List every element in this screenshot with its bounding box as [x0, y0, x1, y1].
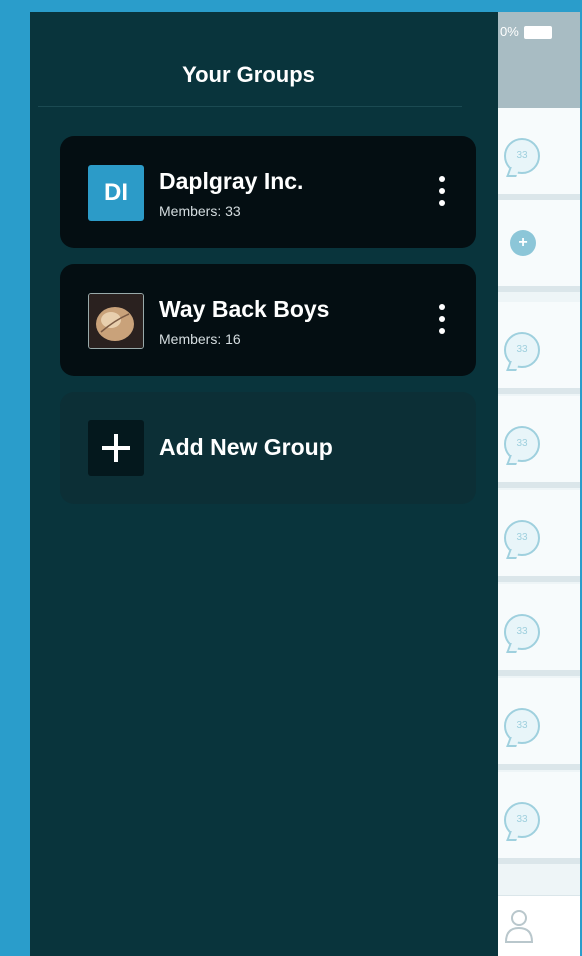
- add-new-group-label: Add New Group: [159, 434, 333, 460]
- comment-bubble-icon[interactable]: 33: [504, 138, 540, 174]
- list-item[interactable]: 33: [498, 678, 580, 770]
- list-item[interactable]: 33: [498, 396, 580, 488]
- divider: [38, 106, 462, 107]
- drawer-title: Your Groups: [182, 62, 315, 87]
- list-item[interactable]: 33: [498, 490, 580, 582]
- comment-bubble-icon[interactable]: 33: [504, 520, 540, 556]
- list-item[interactable]: 33: [498, 302, 580, 394]
- group-name: Way Back Boys: [159, 296, 330, 322]
- comment-bubble-icon[interactable]: 33: [504, 802, 540, 838]
- group-avatar: DI: [88, 165, 144, 221]
- group-avatar-photo: [88, 293, 144, 349]
- comment-bubble-icon[interactable]: 33: [504, 708, 540, 744]
- plus-icon: [88, 420, 144, 476]
- add-new-group-button[interactable]: Add New Group: [60, 392, 476, 504]
- group-members-count: Members: 16: [159, 331, 241, 347]
- groups-drawer: Your Groups DI Daplgray Inc. Members: 33…: [30, 12, 498, 956]
- more-options-icon[interactable]: [432, 304, 452, 340]
- group-card-way-back-boys[interactable]: Way Back Boys Members: 16: [60, 264, 476, 376]
- baseball-photo-icon: [89, 294, 143, 348]
- battery-percentage: 0%: [500, 24, 519, 39]
- comment-bubble-icon[interactable]: 33: [504, 426, 540, 462]
- list-item[interactable]: 33: [498, 108, 580, 200]
- group-card-daplgray[interactable]: DI Daplgray Inc. Members: 33: [60, 136, 476, 248]
- list-item[interactable]: 33: [498, 584, 580, 676]
- list-item[interactable]: +: [498, 200, 580, 292]
- comment-bubble-icon[interactable]: 33: [504, 614, 540, 650]
- battery-icon: [524, 26, 552, 39]
- more-options-icon[interactable]: [432, 176, 452, 212]
- add-circle-icon[interactable]: +: [510, 230, 536, 256]
- comment-bubble-icon[interactable]: 33: [504, 332, 540, 368]
- phone-screen: 0% 33 + 33 33 33 33 33 33 Your Groups DI…: [30, 12, 580, 956]
- list-item[interactable]: 33: [498, 772, 580, 864]
- status-bar: 0%: [498, 12, 580, 52]
- profile-icon[interactable]: [502, 906, 536, 946]
- tab-bar: [498, 895, 580, 956]
- group-name: Daplgray Inc.: [159, 168, 304, 194]
- background-header: [498, 52, 580, 108]
- group-members-count: Members: 33: [159, 203, 241, 219]
